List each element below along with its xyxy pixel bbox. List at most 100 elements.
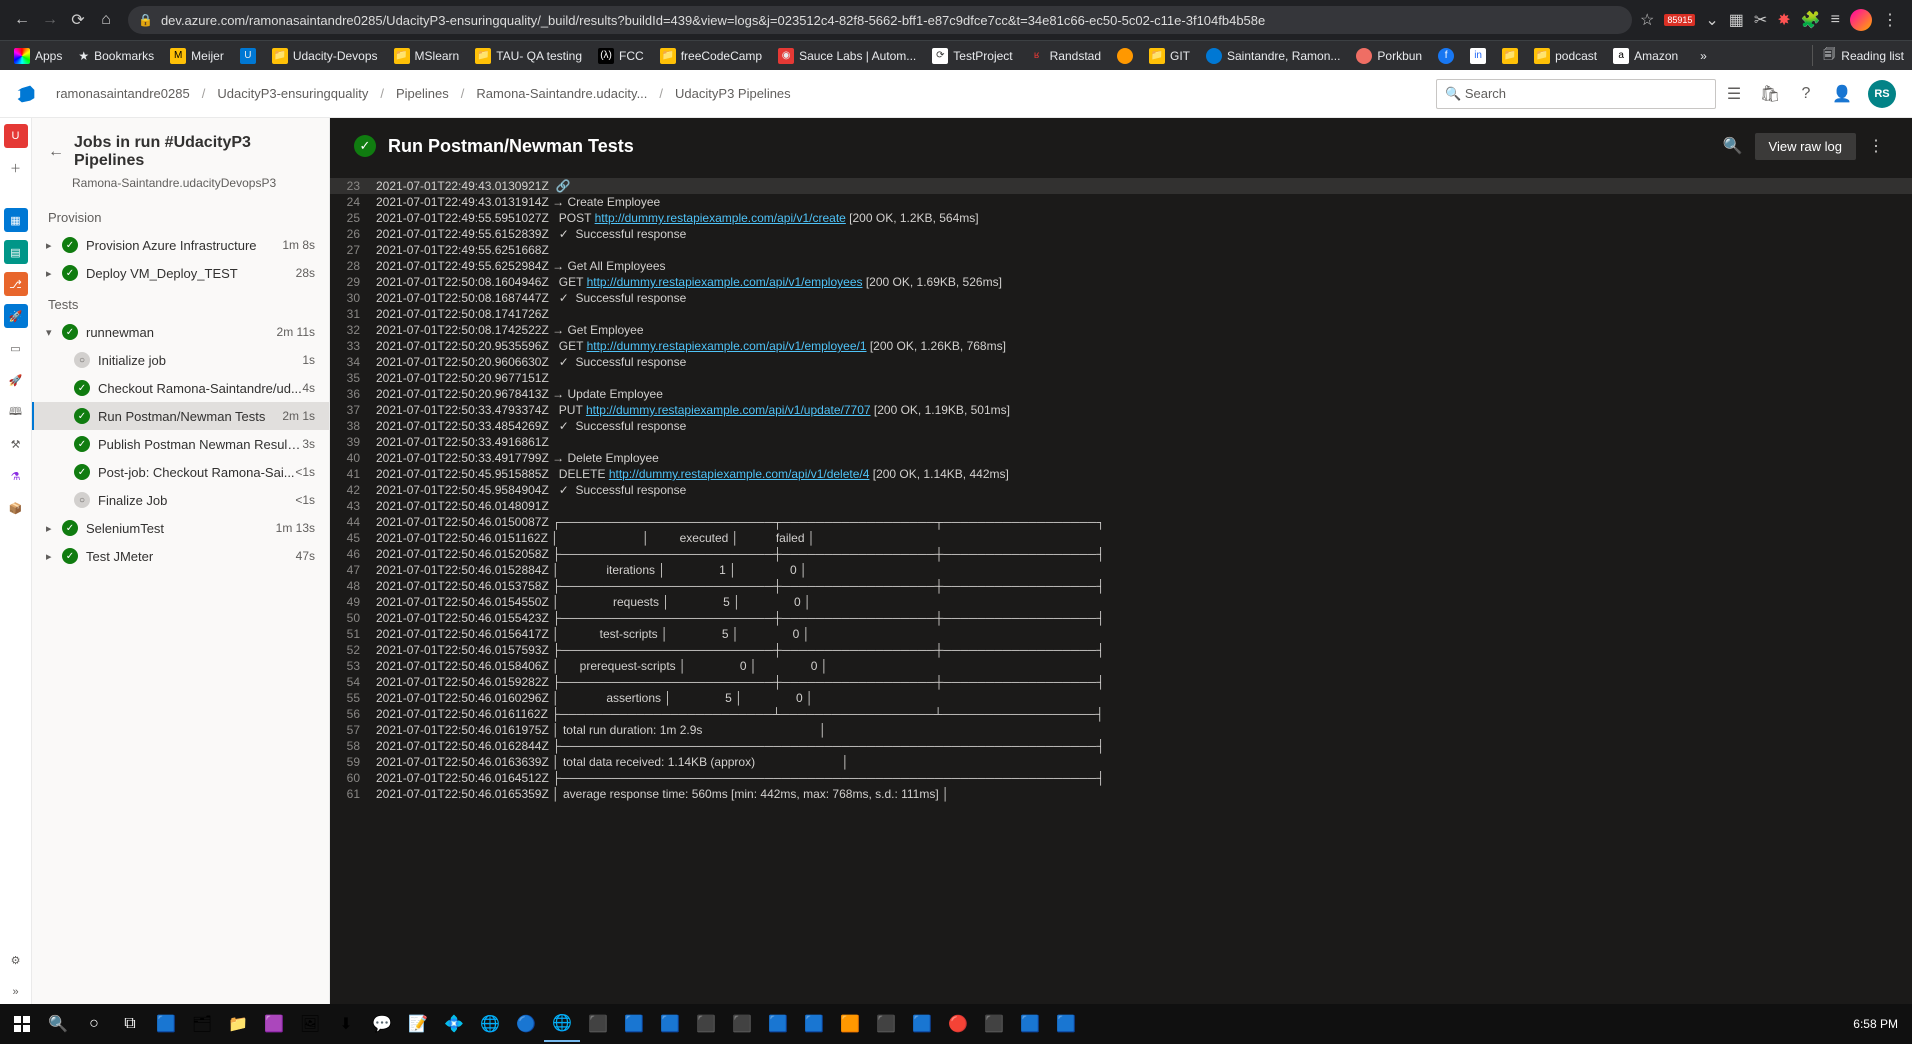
- search-input[interactable]: 🔍 Search: [1436, 79, 1716, 109]
- log-line[interactable]: 262021-07-01T22:49:55.6152839Z ✓ Success…: [330, 226, 1912, 242]
- log-body[interactable]: 232021-07-01T22:49:43.0130921Z 🔗242021-0…: [330, 174, 1912, 1004]
- breadcrumb[interactable]: UdacityP3-ensuringquality: [213, 86, 372, 101]
- log-line[interactable]: 402021-07-01T22:50:33.4917799Z → Delete …: [330, 450, 1912, 466]
- home-button[interactable]: ⌂: [92, 6, 120, 34]
- log-line[interactable]: 582021-07-01T22:50:46.0162844Z ├────────…: [330, 738, 1912, 754]
- bookmark-item[interactable]: ⟳TestProject: [926, 44, 1018, 68]
- log-line[interactable]: 562021-07-01T22:50:46.0161162Z ├────────…: [330, 706, 1912, 722]
- puzzle-icon[interactable]: 🧩: [1801, 10, 1821, 30]
- bookmark-item[interactable]: 📁MSlearn: [388, 44, 466, 68]
- bookmark-item[interactable]: MMeijer: [164, 44, 230, 68]
- log-line[interactable]: 552021-07-01T22:50:46.0160296Z │ asserti…: [330, 690, 1912, 706]
- job-row[interactable]: ▸ ✓ Provision Azure Infrastructure 1m 8s: [32, 231, 329, 259]
- taskbar-app[interactable]: 🟧: [832, 1006, 868, 1042]
- taskbar-app[interactable]: ⬛: [724, 1006, 760, 1042]
- reading-list-button[interactable]: 🗐 Reading list: [1812, 45, 1904, 66]
- log-line[interactable]: 512021-07-01T22:50:46.0156417Z │ test-sc…: [330, 626, 1912, 642]
- reload-button[interactable]: ⟳: [64, 6, 92, 34]
- cortana-icon[interactable]: ○: [76, 1006, 112, 1042]
- bookmark-item[interactable]: [1111, 44, 1139, 68]
- step-row[interactable]: ○ Finalize Job <1s: [32, 486, 329, 514]
- bookmark-item[interactable]: 📁freeCodeCamp: [654, 44, 768, 68]
- log-line[interactable]: 532021-07-01T22:50:46.0158406Z │ prerequ…: [330, 658, 1912, 674]
- star-icon[interactable]: ☆: [1640, 10, 1654, 30]
- taskview-icon[interactable]: ⧉: [112, 1006, 148, 1042]
- log-line[interactable]: 282021-07-01T22:49:55.6252984Z → Get All…: [330, 258, 1912, 274]
- rail-boards-icon[interactable]: ▤: [4, 240, 28, 264]
- more-icon[interactable]: ⋮: [1864, 132, 1888, 160]
- bookmark-item[interactable]: in: [1464, 44, 1492, 68]
- log-line[interactable]: 482021-07-01T22:50:46.0153758Z ├────────…: [330, 578, 1912, 594]
- marketplace-icon[interactable]: 🛍: [1752, 76, 1788, 112]
- step-row[interactable]: ✓ Post-job: Checkout Ramona-Sai... <1s: [32, 458, 329, 486]
- taskbar-app[interactable]: 💬: [364, 1006, 400, 1042]
- step-row[interactable]: ✓ Checkout Ramona-Saintandre/ud... 4s: [32, 374, 329, 402]
- log-line[interactable]: 422021-07-01T22:50:45.9584904Z ✓ Success…: [330, 482, 1912, 498]
- search-icon[interactable]: 🔍: [40, 1006, 76, 1042]
- bookmark-item[interactable]: 📁TAU- QA testing: [469, 44, 588, 68]
- rail-artifacts-icon[interactable]: 📦: [4, 496, 28, 520]
- log-line[interactable]: 322021-07-01T22:50:08.1742522Z → Get Emp…: [330, 322, 1912, 338]
- log-line[interactable]: 342021-07-01T22:50:20.9606630Z ✓ Success…: [330, 354, 1912, 370]
- rail-environments-icon[interactable]: ▭: [4, 336, 28, 360]
- user-settings-icon[interactable]: 👤: [1824, 76, 1860, 112]
- log-line[interactable]: 572021-07-01T22:50:46.0161975Z │ total r…: [330, 722, 1912, 738]
- avatar[interactable]: RS: [1868, 80, 1896, 108]
- taskbar-app[interactable]: 🟪: [256, 1006, 292, 1042]
- scissors-icon[interactable]: ✂: [1754, 10, 1767, 30]
- rail-releases-icon[interactable]: 🚀: [4, 368, 28, 392]
- taskbar-app[interactable]: 🔴: [940, 1006, 976, 1042]
- taskbar-app[interactable]: ⬛: [976, 1006, 1012, 1042]
- log-url[interactable]: http://dummy.restapiexample.com/api/v1/c…: [595, 211, 846, 225]
- ext-icon[interactable]: ≡: [1831, 11, 1840, 29]
- taskbar-app[interactable]: 🟦: [616, 1006, 652, 1042]
- log-line[interactable]: 392021-07-01T22:50:33.4916861Z: [330, 434, 1912, 450]
- bookmark-item[interactable]: U: [234, 44, 262, 68]
- log-line[interactable]: 472021-07-01T22:50:46.0152884Z │ iterati…: [330, 562, 1912, 578]
- log-line[interactable]: 372021-07-01T22:50:33.4793374Z PUT http:…: [330, 402, 1912, 418]
- taskbar-app[interactable]: 🟦: [1012, 1006, 1048, 1042]
- taskbar-clock[interactable]: 6:58 PM: [1853, 1017, 1908, 1031]
- ext-badge[interactable]: 85915: [1664, 14, 1695, 26]
- taskbar-app[interactable]: 🟦: [1048, 1006, 1084, 1042]
- taskbar-app[interactable]: ⬛: [868, 1006, 904, 1042]
- start-button[interactable]: [4, 1006, 40, 1042]
- rail-library-icon[interactable]: 🕮: [4, 400, 28, 424]
- bookmark-item[interactable]: 📁GIT: [1143, 44, 1196, 68]
- taskbar-app[interactable]: 🗂: [184, 1006, 220, 1042]
- step-row[interactable]: ✓ Run Postman/Newman Tests 2m 1s: [32, 402, 329, 430]
- breadcrumb[interactable]: Pipelines: [392, 86, 453, 101]
- log-line[interactable]: 432021-07-01T22:50:46.0148091Z: [330, 498, 1912, 514]
- log-line[interactable]: 492021-07-01T22:50:46.0154550Z │ request…: [330, 594, 1912, 610]
- log-line[interactable]: 522021-07-01T22:50:46.0157593Z ├────────…: [330, 642, 1912, 658]
- pocket-icon[interactable]: ⌄: [1705, 10, 1718, 30]
- rail-add-icon[interactable]: ＋: [4, 156, 28, 180]
- log-line[interactable]: 272021-07-01T22:49:55.6251668Z: [330, 242, 1912, 258]
- log-line[interactable]: 412021-07-01T22:50:45.9515885Z DELETE ht…: [330, 466, 1912, 482]
- bookmark-item[interactable]: Saintandre, Ramon...: [1200, 44, 1346, 68]
- menu-icon[interactable]: ⋮: [1882, 10, 1898, 30]
- rail-overview-icon[interactable]: ▦: [4, 208, 28, 232]
- job-row[interactable]: ▸ ✓ Deploy VM_Deploy_TEST 28s: [32, 259, 329, 287]
- taskbar-app[interactable]: 🟦: [652, 1006, 688, 1042]
- job-row[interactable]: ▸ ✓ SeleniumTest 1m 13s: [32, 514, 329, 542]
- bookmark-item[interactable]: 📁podcast: [1528, 44, 1603, 68]
- forward-button[interactable]: →: [36, 6, 64, 34]
- log-line[interactable]: 592021-07-01T22:50:46.0163639Z │ total d…: [330, 754, 1912, 770]
- apps-button[interactable]: Apps: [8, 44, 68, 68]
- bookmark-item[interactable]: 📁: [1496, 44, 1524, 68]
- bookmark-item[interactable]: ◉Sauce Labs | Autom...: [772, 44, 922, 68]
- log-line[interactable]: 502021-07-01T22:50:46.0155423Z ├────────…: [330, 610, 1912, 626]
- taskbar-app[interactable]: ⬛: [688, 1006, 724, 1042]
- bookmarks-overflow[interactable]: »: [1694, 45, 1713, 67]
- log-line[interactable]: 382021-07-01T22:50:33.4854269Z ✓ Success…: [330, 418, 1912, 434]
- list-icon[interactable]: ☰: [1716, 76, 1752, 112]
- taskbar-app[interactable]: 🌐: [472, 1006, 508, 1042]
- view-raw-log-button[interactable]: View raw log: [1755, 133, 1856, 160]
- bookmark-item[interactable]: aAmazon: [1607, 44, 1684, 68]
- job-row[interactable]: ▾ ✓ runnewman 2m 11s: [32, 318, 329, 346]
- step-row[interactable]: ○ Initialize job 1s: [32, 346, 329, 374]
- chrome-icon[interactable]: 🌐: [544, 1006, 580, 1042]
- step-row[interactable]: ✓ Publish Postman Newman Results... 3s: [32, 430, 329, 458]
- back-button[interactable]: ←: [8, 6, 36, 34]
